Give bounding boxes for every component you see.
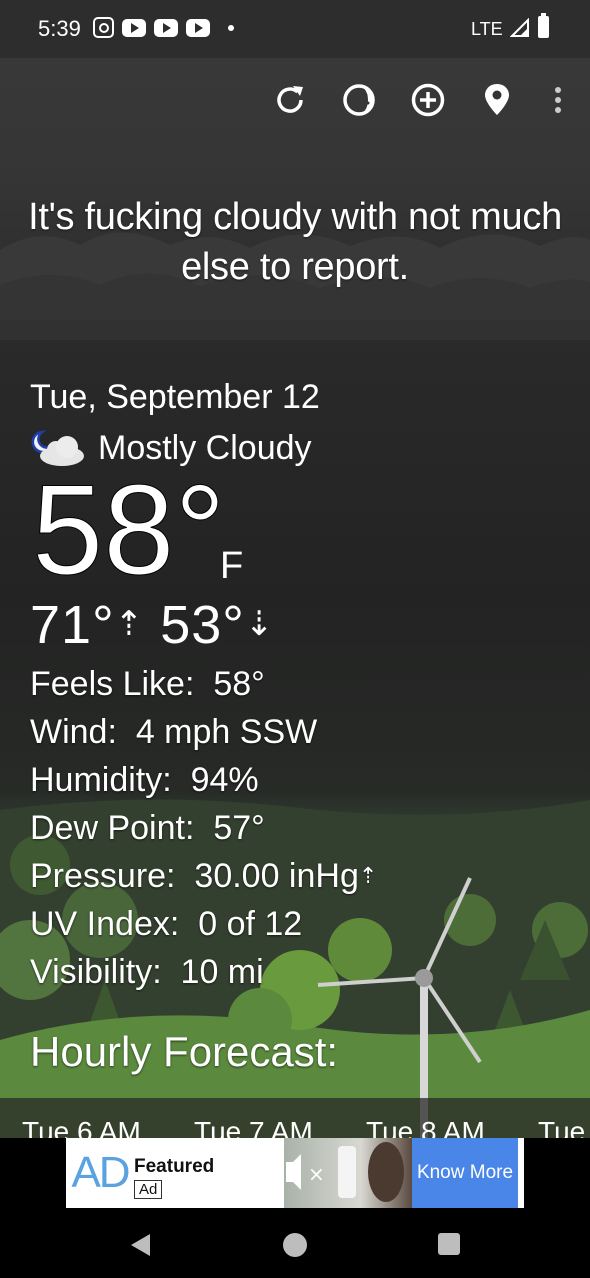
battery-icon xyxy=(538,13,549,38)
ad-logo: AD xyxy=(71,1148,130,1197)
humidity-row: Humidity: 94% xyxy=(30,756,377,804)
humidity-value: 94% xyxy=(190,761,259,799)
visibility-value: 10 mi xyxy=(180,953,264,991)
uv-index-row: UV Index: 0 of 12 xyxy=(30,900,377,948)
know-more-button[interactable]: Know More xyxy=(412,1138,518,1208)
system-navigation-bar xyxy=(0,1210,590,1278)
network-type: LTE xyxy=(471,19,503,39)
pressure-row: Pressure: 30.00 inHg⇡ xyxy=(30,852,377,900)
refresh-button[interactable] xyxy=(268,78,312,122)
more-options-button[interactable] xyxy=(536,78,580,122)
location-pin-icon xyxy=(485,84,509,115)
ad-badge: Ad xyxy=(134,1180,163,1199)
uv-index-label: UV Index: xyxy=(30,905,180,943)
feels-like-row: Feels Like: 58° xyxy=(30,660,377,708)
status-bar: 5:39 LTE xyxy=(0,0,590,58)
svg-text:×: × xyxy=(308,1162,325,1186)
hourly-forecast-title: Hourly Forecast: xyxy=(30,1028,339,1075)
ad-text: Featured Ad xyxy=(134,1138,284,1208)
more-notifications-dot-icon xyxy=(228,24,234,31)
banner-ad[interactable]: AD Featured Ad × Know More xyxy=(66,1138,524,1208)
refresh-icon xyxy=(277,86,303,113)
high-temp: 71° xyxy=(30,595,115,655)
dew-point-value: 57° xyxy=(213,809,265,847)
top-toolbar xyxy=(0,78,590,122)
feels-like-value: 58° xyxy=(213,665,265,703)
hour-item[interactable]: Tue 7 AM xyxy=(194,1116,313,1138)
pressure-rising-icon: ⇡ xyxy=(358,863,378,888)
wind-label: Wind: xyxy=(30,713,117,751)
status-time: 5:39 xyxy=(38,16,81,41)
youtube-icon xyxy=(154,18,178,37)
more-vert-icon xyxy=(555,87,561,113)
notification-icons xyxy=(93,17,234,38)
wind-value: 4 mph SSW xyxy=(135,713,318,751)
forecast-date: Tue, September 12 xyxy=(30,378,320,416)
pressure-label: Pressure: xyxy=(30,857,176,895)
location-button[interactable] xyxy=(475,78,519,122)
youtube-icon xyxy=(186,18,210,37)
hourly-forecast-strip[interactable]: Tue 6 AM Tue 7 AM Tue 8 AM Tue xyxy=(0,1098,590,1138)
visibility-row: Visibility: 10 mi xyxy=(30,948,377,996)
temperature-unit: F xyxy=(220,545,244,587)
weather-headline: It's fucking cloudy with not much else t… xyxy=(28,196,562,288)
theme-icon xyxy=(343,84,375,116)
current-temperature: 58° xyxy=(32,459,227,602)
ad-featured-label: Featured xyxy=(134,1156,215,1177)
high-low-temps: 71°⇡ 53°⇣ xyxy=(30,594,274,656)
weather-details: Feels Like: 58° Wind: 4 mph SSW Humidity… xyxy=(30,660,377,996)
add-circle-icon xyxy=(411,83,445,117)
uv-index-value: 0 of 12 xyxy=(198,905,303,943)
dew-point-label: Dew Point: xyxy=(30,809,195,847)
ad-product-image: × xyxy=(286,1142,404,1202)
dew-point-row: Dew Point: 57° xyxy=(30,804,377,852)
recents-icon[interactable] xyxy=(437,1232,461,1256)
home-icon[interactable] xyxy=(282,1232,308,1258)
theme-button[interactable] xyxy=(337,78,381,122)
low-temp: 53° xyxy=(160,595,245,655)
hour-item[interactable]: Tue 6 AM xyxy=(22,1116,141,1138)
ad-image[interactable]: × xyxy=(284,1138,412,1208)
pressure-value: 30.00 inHg xyxy=(194,857,359,895)
hour-item[interactable]: Tue 8 AM xyxy=(366,1116,485,1138)
signal-icon xyxy=(510,18,529,37)
visibility-label: Visibility: xyxy=(30,953,162,991)
hour-item[interactable]: Tue xyxy=(538,1116,585,1138)
instagram-icon xyxy=(93,17,114,38)
humidity-label: Humidity: xyxy=(30,761,172,799)
feels-like-label: Feels Like: xyxy=(30,665,195,703)
arrow-down-icon: ⇣ xyxy=(244,605,275,643)
youtube-icon xyxy=(122,18,146,37)
arrow-up-icon: ⇡ xyxy=(114,605,145,643)
wind-row: Wind: 4 mph SSW xyxy=(30,708,377,756)
add-location-button[interactable] xyxy=(406,78,450,122)
back-icon[interactable] xyxy=(128,1232,154,1258)
